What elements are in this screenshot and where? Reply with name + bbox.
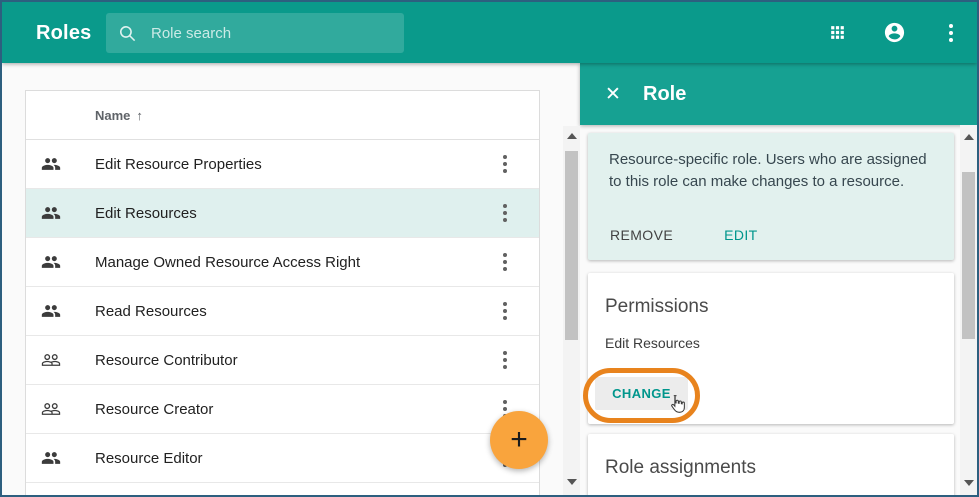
scroll-up-icon[interactable] [964, 134, 974, 140]
scroll-down-icon[interactable] [567, 479, 577, 485]
permissions-heading: Permissions [605, 296, 708, 318]
people-filled-icon [41, 301, 61, 321]
table-row[interactable]: Resource Contributor [26, 336, 539, 385]
role-detail-panel: ✕ Role Resource-specific role. Users who… [580, 63, 977, 495]
role-description-card: Resource-specific role. Users who are as… [588, 133, 954, 260]
app-bar-actions [825, 2, 963, 63]
table-row[interactable]: Read Resources [26, 287, 539, 336]
edit-button[interactable]: EDIT [724, 227, 758, 243]
search-box[interactable] [106, 13, 404, 53]
permission-value: Edit Resources [605, 335, 700, 351]
role-name: Resource Creator [95, 401, 213, 418]
row-overflow-menu-icon[interactable] [493, 250, 517, 274]
column-header-name[interactable]: Name [95, 108, 130, 123]
table-row[interactable]: Resource Creator [26, 385, 539, 434]
people-filled-icon [41, 448, 61, 468]
people-filled-icon [41, 203, 61, 223]
role-table: Name ↑ Edit Resource Properties Edit Res… [25, 90, 540, 497]
app-window: Roles Name ↑ Edit Resource Properties [0, 0, 979, 497]
scroll-down-icon[interactable] [964, 480, 974, 486]
row-overflow-menu-icon[interactable] [493, 152, 517, 176]
table-row[interactable]: Resource Editor [26, 434, 539, 483]
role-name: Resource Contributor [95, 352, 238, 369]
sort-ascending-icon[interactable]: ↑ [136, 108, 143, 123]
people-outline-icon [41, 399, 61, 419]
role-assignments-card: Role assignments [588, 434, 954, 497]
people-filled-icon [41, 154, 61, 174]
people-outline-icon [41, 350, 61, 370]
search-icon [118, 24, 137, 43]
scrollbar-thumb[interactable] [962, 172, 975, 339]
table-row[interactable]: Edit Resource Properties [26, 140, 539, 189]
add-role-button[interactable]: + [490, 411, 548, 469]
scrollbar-thumb[interactable] [565, 151, 578, 340]
remove-button[interactable]: REMOVE [610, 227, 673, 243]
list-scrollbar[interactable] [563, 126, 580, 495]
close-icon[interactable]: ✕ [601, 83, 625, 106]
role-list-region: Name ↑ Edit Resource Properties Edit Res… [2, 63, 580, 495]
change-button[interactable]: CHANGE [595, 377, 688, 410]
role-name: Manage Owned Resource Access Right [95, 254, 360, 271]
panel-title: Role [643, 83, 686, 106]
row-overflow-menu-icon[interactable] [493, 201, 517, 225]
permissions-card: Permissions Edit Resources CHANGE [588, 273, 954, 424]
role-assignments-heading: Role assignments [605, 457, 756, 479]
scroll-up-icon[interactable] [567, 133, 577, 139]
page-title: Roles [36, 22, 91, 45]
app-bar: Roles [2, 2, 977, 63]
table-row[interactable]: Manage Owned Resource Access Right [26, 238, 539, 287]
role-name: Edit Resource Properties [95, 156, 262, 173]
overflow-menu-icon[interactable] [939, 21, 963, 45]
role-description: Resource-specific role. Users who are as… [609, 149, 943, 193]
panel-header: ✕ Role [580, 63, 977, 125]
table-header-row[interactable]: Name ↑ [26, 91, 539, 140]
apps-grid-icon[interactable] [825, 21, 849, 45]
search-input[interactable] [149, 24, 392, 43]
panel-scrollbar[interactable] [960, 125, 977, 495]
row-overflow-menu-icon[interactable] [493, 299, 517, 323]
row-overflow-menu-icon[interactable] [493, 348, 517, 372]
role-name: Edit Resources [95, 205, 197, 222]
table-row-selected[interactable]: Edit Resources [26, 189, 539, 238]
role-name: Read Resources [95, 303, 207, 320]
account-icon[interactable] [882, 21, 906, 45]
people-filled-icon [41, 252, 61, 272]
role-name: Resource Editor [95, 450, 203, 467]
